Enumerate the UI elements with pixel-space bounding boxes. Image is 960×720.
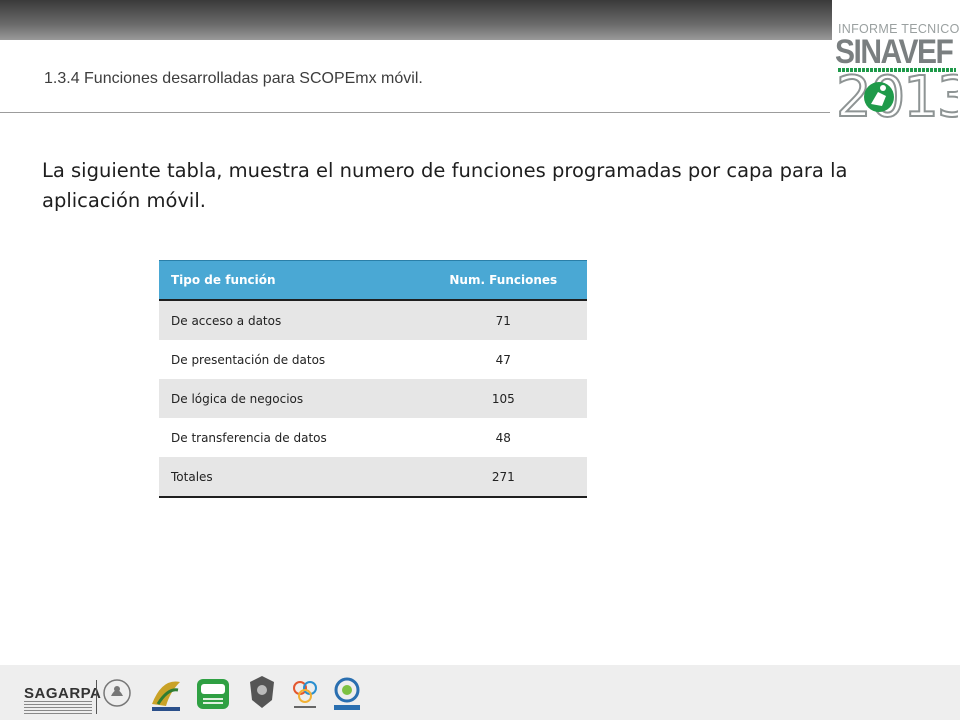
- row-count-cell: 71: [419, 300, 587, 340]
- header-divider: [0, 112, 830, 113]
- functions-table: Tipo de función Num. Funciones De acceso…: [159, 260, 587, 498]
- langif-logo-icon: [334, 677, 360, 710]
- university-shield-icon: [250, 676, 274, 708]
- row-count-cell: 48: [495, 430, 511, 445]
- row-type-cell: De acceso a datos: [159, 300, 420, 340]
- footer-band: [0, 665, 960, 720]
- row-count-cell: 47: [495, 352, 511, 367]
- table-row: De acceso a datos 71: [159, 300, 587, 340]
- slide-title: 1.3.4 Funciones desarrolladas para SCOPE…: [44, 70, 423, 87]
- logo-year-graphic: 2013: [836, 66, 958, 120]
- column-header-count: Num. Funciones: [419, 260, 587, 301]
- svg-text:2013: 2013: [836, 66, 958, 120]
- row-type-cell: De lógica de negocios: [159, 379, 420, 418]
- table-header-row: Tipo de función Num. Funciones: [159, 260, 587, 301]
- total-label-cell: Totales: [159, 457, 420, 498]
- table-row: De presentación de datos 47: [159, 340, 587, 379]
- table-row: De lógica de negocios 105: [159, 379, 587, 418]
- row-type-cell: De transferencia de datos: [171, 430, 327, 445]
- sagarpa-subtitle-lines: [24, 701, 92, 715]
- mexico-seal-icon: [103, 679, 131, 707]
- senasica-logo-icon: [152, 681, 180, 711]
- row-type-cell: De presentación de datos: [171, 352, 326, 367]
- top-band: [0, 0, 960, 40]
- sagarpa-logo: SAGARPA: [24, 685, 102, 702]
- table-row: De transferencia de datos 48: [159, 418, 587, 457]
- intro-paragraph: La siguiente tabla, muestra el numero de…: [42, 159, 848, 212]
- row-count-cell: 105: [419, 379, 587, 418]
- total-count-cell: 271: [419, 457, 587, 498]
- green-badge-logo-icon: [197, 679, 229, 709]
- table-total-row: Totales 271: [159, 457, 587, 498]
- ciacyt-logo-icon: [293, 681, 317, 708]
- column-header-type: Tipo de función: [159, 260, 420, 301]
- footer-divider: [96, 680, 97, 714]
